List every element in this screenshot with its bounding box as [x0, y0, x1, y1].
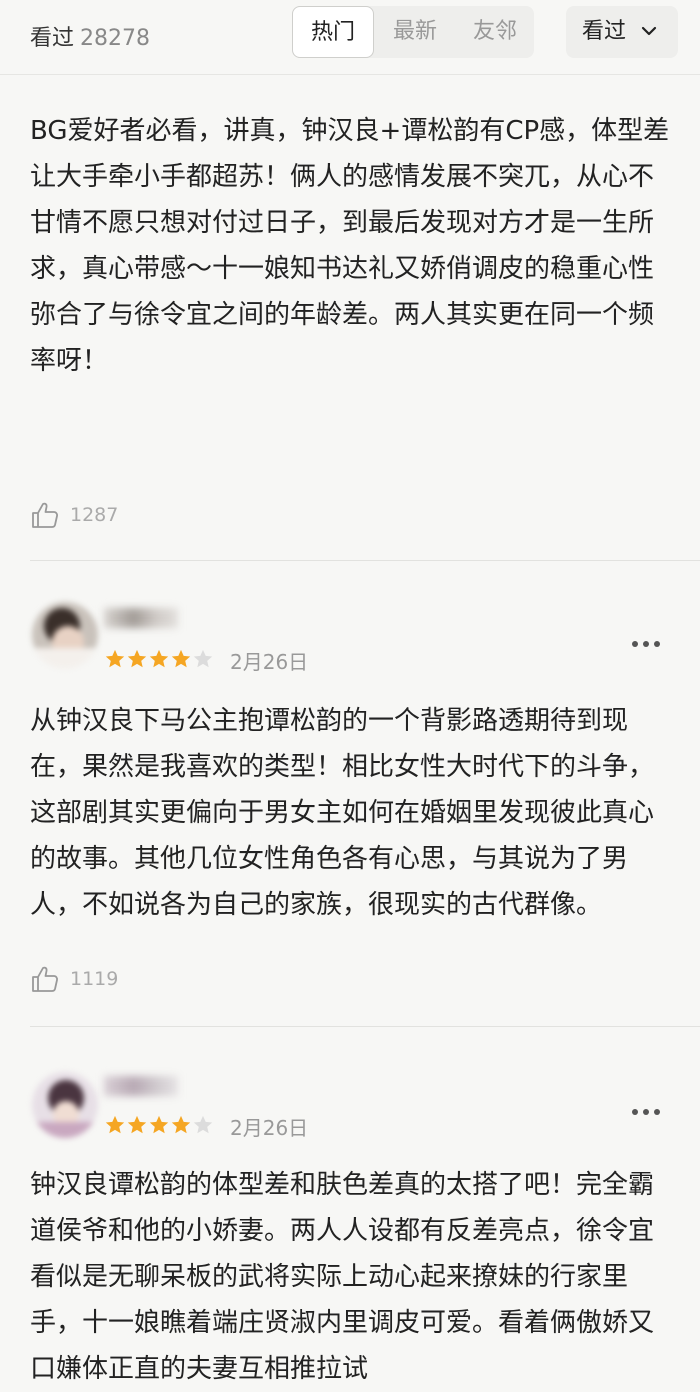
- like-count: 1287: [70, 504, 119, 526]
- star-filled-icon: [171, 1115, 191, 1134]
- review-date: 2月26日: [230, 1116, 309, 1140]
- tab-hot[interactable]: 热门: [292, 6, 374, 58]
- divider: [30, 1026, 700, 1027]
- star-empty-icon: [193, 1115, 213, 1134]
- thumbs-up-icon: [32, 502, 58, 528]
- review-date: 2月26日: [230, 650, 309, 674]
- star-filled-icon: [105, 1115, 125, 1134]
- avatar[interactable]: [32, 1072, 98, 1138]
- star-filled-icon: [105, 649, 125, 668]
- avatar[interactable]: [32, 602, 98, 668]
- more-options-icon[interactable]: [632, 1100, 666, 1115]
- thumbs-up-icon: [32, 966, 58, 992]
- like-button[interactable]: 1287: [30, 498, 118, 532]
- divider: [30, 560, 700, 561]
- header: 看过 28278 热门 最新 友邻 看过: [0, 0, 700, 75]
- sort-tabs: 热门 最新 友邻: [292, 6, 534, 58]
- filter-dropdown[interactable]: 看过: [566, 6, 678, 58]
- tab-latest[interactable]: 最新: [376, 6, 454, 58]
- filter-label: 看过: [582, 19, 627, 44]
- username[interactable]: [104, 608, 178, 628]
- rating-stars: [104, 1114, 214, 1138]
- chevron-down-icon: [641, 26, 657, 36]
- review-text: BG爱好者必看，讲真，钟汉良+谭松韵有CP感，体型差让大手牵小手都超苏！俩人的感…: [30, 116, 670, 376]
- more-options-icon[interactable]: [632, 632, 666, 647]
- star-filled-icon: [149, 1115, 169, 1134]
- rating-stars: [104, 648, 214, 672]
- watched-count-value: 28278: [80, 26, 151, 51]
- like-count: 1119: [70, 968, 119, 990]
- star-filled-icon: [171, 649, 191, 668]
- star-filled-icon: [127, 649, 147, 668]
- like-button[interactable]: 1119: [30, 962, 118, 996]
- review-text: 钟汉良谭松韵的体型差和肤色差真的太搭了吧！完全霸道侯爷和他的小娇妻。两人人设都有…: [30, 1170, 655, 1384]
- star-filled-icon: [127, 1115, 147, 1134]
- watched-count: 看过 28278: [30, 20, 150, 52]
- star-empty-icon: [193, 649, 213, 668]
- watched-count-label: 看过: [30, 26, 75, 51]
- username[interactable]: [104, 1076, 178, 1096]
- tab-friends[interactable]: 友邻: [456, 6, 534, 58]
- review-text: 从钟汉良下马公主抱谭松韵的一个背影路透期待到现在，果然是我喜欢的类型！相比女性大…: [30, 706, 655, 920]
- star-filled-icon: [149, 649, 169, 668]
